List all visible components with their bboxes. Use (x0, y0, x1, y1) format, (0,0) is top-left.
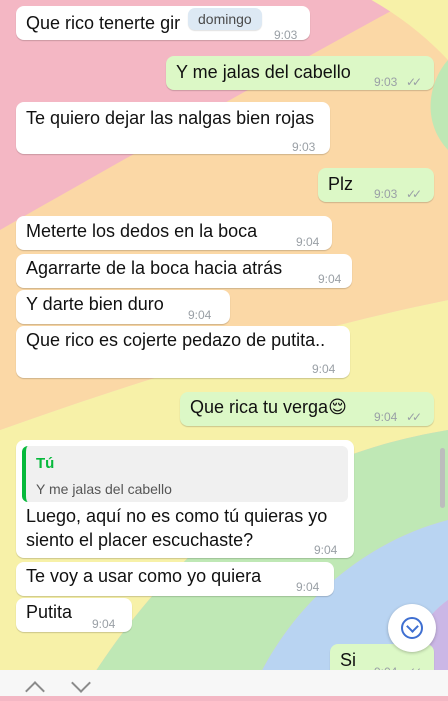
message-time: 9:04 (296, 235, 320, 249)
message-bubble-incoming[interactable]: Y darte bien duro 9:04 (16, 290, 230, 324)
read-receipt-icon: ✓✓ (406, 75, 422, 89)
read-receipt-icon: ✓✓ (406, 410, 422, 424)
message-text: Y darte bien duro (26, 294, 164, 314)
message-text: Luego, aquí no es como tú quieras yo sie… (26, 506, 328, 550)
message-time: 9:03 (374, 75, 398, 89)
quote-text: Y me jalas del cabello (36, 481, 172, 497)
quote-author: Tú (36, 455, 55, 472)
message-text: Putita (26, 602, 73, 622)
message-time: 9:04 (312, 362, 336, 376)
message-bubble-incoming[interactable]: Te voy a usar como yo quiera 9:04 (16, 562, 334, 596)
bottom-navigation-bar (0, 670, 448, 701)
message-bubble-incoming[interactable]: Que rico es cojerte pedazo de putita.. 9… (16, 326, 350, 378)
message-bubble-incoming-reply[interactable]: Tú Y me jalas del cabello Luego, aquí no… (16, 440, 354, 558)
message-text: Si (340, 650, 357, 670)
message-time: 9:03 (274, 28, 298, 42)
scrollbar-thumb[interactable] (440, 448, 445, 508)
message-text: Meterte los dedos en la boca (26, 221, 258, 241)
message-time: 9:04 (296, 580, 320, 594)
message-text: Te voy a usar como yo quiera (26, 566, 262, 586)
message-time: 9:04 (92, 617, 116, 631)
message-time: 9:04 (374, 410, 398, 424)
message-text: Agarrarte de la boca hacia atrás (26, 258, 283, 278)
scroll-to-bottom-button[interactable] (388, 604, 436, 652)
message-text: Y me jalas del cabello (176, 62, 351, 82)
message-bubble-outgoing[interactable]: Y me jalas del cabello 9:03 ✓✓ (166, 56, 434, 90)
message-bubble-incoming[interactable]: Agarrarte de la boca hacia atrás 9:04 (16, 254, 352, 288)
message-time: 9:03 (374, 187, 398, 201)
quoted-message[interactable]: Tú Y me jalas del cabello (22, 446, 348, 502)
chevron-down-circle-icon (401, 617, 423, 639)
message-bubble-incoming[interactable]: Putita 9:04 (16, 598, 132, 632)
message-text: Te quiero dejar las nalgas bien rojas (26, 108, 315, 128)
message-bubble-outgoing[interactable]: Que rica tu verga😌 9:04 ✓✓ (180, 392, 434, 426)
date-chip: domingo (188, 8, 262, 30)
message-time: 9:04 (318, 272, 342, 286)
read-receipt-icon: ✓✓ (406, 187, 422, 201)
message-bubble-incoming[interactable]: Te quiero dejar las nalgas bien rojas 9:… (16, 102, 330, 154)
chevron-up-icon[interactable] (25, 681, 45, 701)
message-time: 9:03 (292, 140, 316, 154)
message-time: 9:04 (314, 543, 338, 557)
message-text: Que rico es cojerte pedazo de putita.. (26, 330, 326, 350)
message-time: 9:04 (188, 308, 212, 322)
message-bubble-outgoing[interactable]: Plz 9:03 ✓✓ (318, 168, 434, 202)
message-bubble-incoming[interactable]: Que rico tenerte gir 9:03 (16, 6, 310, 42)
chevron-down-icon[interactable] (71, 673, 91, 693)
message-bubble-incoming[interactable]: Meterte los dedos en la boca 9:04 (16, 216, 332, 250)
message-text: Que rica tu verga😌 (190, 397, 347, 417)
message-text: Que rico tenerte gir (26, 13, 181, 33)
message-text: Plz (328, 174, 354, 194)
